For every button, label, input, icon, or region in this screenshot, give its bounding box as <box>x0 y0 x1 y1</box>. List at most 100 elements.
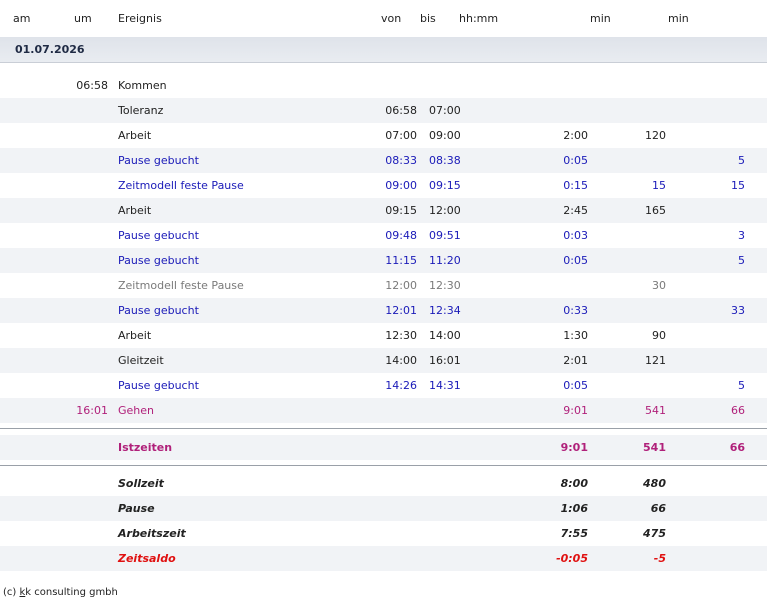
cell-um: 16:01 <box>76 404 108 417</box>
table-row[interactable]: Arbeit 12:30 14:00 1:30 90 <box>0 323 767 348</box>
cell-bis: 07:00 <box>429 104 461 117</box>
cell-ereignis: Kommen <box>118 79 167 92</box>
summary-label: Zeitsaldo <box>118 552 176 565</box>
cell-ereignis: Pause gebucht <box>118 154 199 167</box>
summary-label: Sollzeit <box>118 477 164 490</box>
cell-hhmm: 1:30 <box>563 329 588 342</box>
cell-bis: 09:00 <box>429 129 461 142</box>
table-row[interactable]: Gleitzeit 14:00 16:01 2:01 121 <box>0 348 767 373</box>
cell-hhmm: 0:33 <box>563 304 588 317</box>
cell-bis: 08:38 <box>429 154 461 167</box>
table-row[interactable]: Arbeit 09:15 12:00 2:45 165 <box>0 198 767 223</box>
summary-hhmm: -0:05 <box>556 552 588 565</box>
cell-ereignis: Arbeit <box>118 129 152 142</box>
cell-min1: 15 <box>652 179 666 192</box>
table-row[interactable]: Pause gebucht 14:26 14:31 0:05 5 <box>0 373 767 398</box>
table-row[interactable]: Pause gebucht 11:15 11:20 0:05 5 <box>0 248 767 273</box>
cell-von: 12:00 <box>385 279 417 292</box>
cell-bis: 09:15 <box>429 179 461 192</box>
summary-row: Zeitsaldo -0:05 -5 <box>0 546 767 571</box>
cell-bis: 16:01 <box>429 354 461 367</box>
summary-min1: 66 <box>650 502 666 515</box>
cell-min1: 165 <box>645 204 666 217</box>
table-row[interactable]: Zeitmodell feste Pause 09:00 09:15 0:15 15 15 <box>0 173 767 198</box>
table-row[interactable]: Toleranz 06:58 07:00 <box>0 98 767 123</box>
table-row[interactable]: Pause gebucht 08:33 08:38 0:05 5 <box>0 148 767 173</box>
header-bis: bis <box>420 12 436 25</box>
header-von: von <box>381 12 402 25</box>
cell-min1: 541 <box>645 404 666 417</box>
istzeiten-label: Istzeiten <box>118 441 173 454</box>
istzeiten-min-1: 541 <box>643 441 666 454</box>
header-hhmm: hh:mm <box>459 12 499 25</box>
cell-bis: 11:20 <box>429 254 461 267</box>
table-row[interactable]: 16:01 Gehen 9:01 541 66 <box>0 398 767 423</box>
cell-von: 07:00 <box>385 129 417 142</box>
cell-hhmm: 2:45 <box>563 204 588 217</box>
cell-bis: 09:51 <box>429 229 461 242</box>
cell-von: 11:15 <box>385 254 417 267</box>
istzeiten-row: Istzeiten 9:01 541 66 <box>0 435 767 460</box>
cell-min2: 5 <box>738 379 745 392</box>
cell-ereignis: Pause gebucht <box>118 379 199 392</box>
cell-von: 09:00 <box>385 179 417 192</box>
cell-min2: 5 <box>738 154 745 167</box>
cell-ereignis: Toleranz <box>118 104 164 117</box>
summary-row: Sollzeit 8:00 480 <box>0 471 767 496</box>
cell-ereignis: Gleitzeit <box>118 354 164 367</box>
cell-min1: 30 <box>652 279 666 292</box>
copyright-footer: (c) kk consulting gmbh <box>3 587 118 598</box>
header-min-2: min <box>668 12 689 25</box>
cell-hhmm: 2:01 <box>563 354 588 367</box>
cell-hhmm: 0:05 <box>563 154 588 167</box>
cell-ereignis: Arbeit <box>118 204 152 217</box>
istzeiten-min-2: 66 <box>729 441 745 454</box>
table-row[interactable]: Pause gebucht 12:01 12:34 0:33 33 <box>0 298 767 323</box>
summary-hhmm: 7:55 <box>560 527 588 540</box>
cell-von: 06:58 <box>385 104 417 117</box>
separator-line <box>0 465 767 466</box>
table-row[interactable]: Pause gebucht 09:48 09:51 0:03 3 <box>0 223 767 248</box>
header-min-1: min <box>590 12 611 25</box>
date-group-row[interactable]: 01.07.2026 <box>0 37 767 63</box>
cell-bis: 12:30 <box>429 279 461 292</box>
cell-um: 06:58 <box>76 79 108 92</box>
cell-min1: 90 <box>652 329 666 342</box>
cell-von: 14:00 <box>385 354 417 367</box>
table-row[interactable]: Arbeit 07:00 09:00 2:00 120 <box>0 123 767 148</box>
cell-min2: 66 <box>731 404 745 417</box>
cell-hhmm: 0:03 <box>563 229 588 242</box>
cell-hhmm: 9:01 <box>563 404 588 417</box>
summary-min1: 475 <box>643 527 666 540</box>
header-ereignis: Ereignis <box>118 12 162 25</box>
summary-hhmm: 1:06 <box>560 502 588 515</box>
cell-min1: 120 <box>645 129 666 142</box>
table-row[interactable]: 06:58 Kommen <box>0 73 767 98</box>
cell-ereignis: Gehen <box>118 404 155 417</box>
summary-label: Arbeitszeit <box>118 527 186 540</box>
table-row[interactable]: Zeitmodell feste Pause 12:00 12:30 30 <box>0 273 767 298</box>
cell-ereignis: Pause gebucht <box>118 229 199 242</box>
summary-hhmm: 8:00 <box>560 477 588 490</box>
cell-min1: 121 <box>645 354 666 367</box>
cell-bis: 14:00 <box>429 329 461 342</box>
cell-min2: 33 <box>731 304 745 317</box>
istzeiten-hhmm: 9:01 <box>560 441 588 454</box>
summary-row: Pause 1:06 66 <box>0 496 767 521</box>
cell-min2: 15 <box>731 179 745 192</box>
cell-ereignis: Zeitmodell feste Pause <box>118 279 244 292</box>
cell-bis: 12:34 <box>429 304 461 317</box>
cell-min2: 3 <box>738 229 745 242</box>
separator-line <box>0 428 767 429</box>
summary-label: Pause <box>118 502 155 515</box>
cell-ereignis: Pause gebucht <box>118 304 199 317</box>
cell-bis: 12:00 <box>429 204 461 217</box>
cell-bis: 14:31 <box>429 379 461 392</box>
cell-hhmm: 0:05 <box>563 254 588 267</box>
cell-ereignis: Zeitmodell feste Pause <box>118 179 244 192</box>
summary-min1: 480 <box>643 477 666 490</box>
cell-hhmm: 0:15 <box>563 179 588 192</box>
group-date: 01.07.2026 <box>15 43 85 56</box>
cell-von: 12:01 <box>385 304 417 317</box>
cell-hhmm: 0:05 <box>563 379 588 392</box>
